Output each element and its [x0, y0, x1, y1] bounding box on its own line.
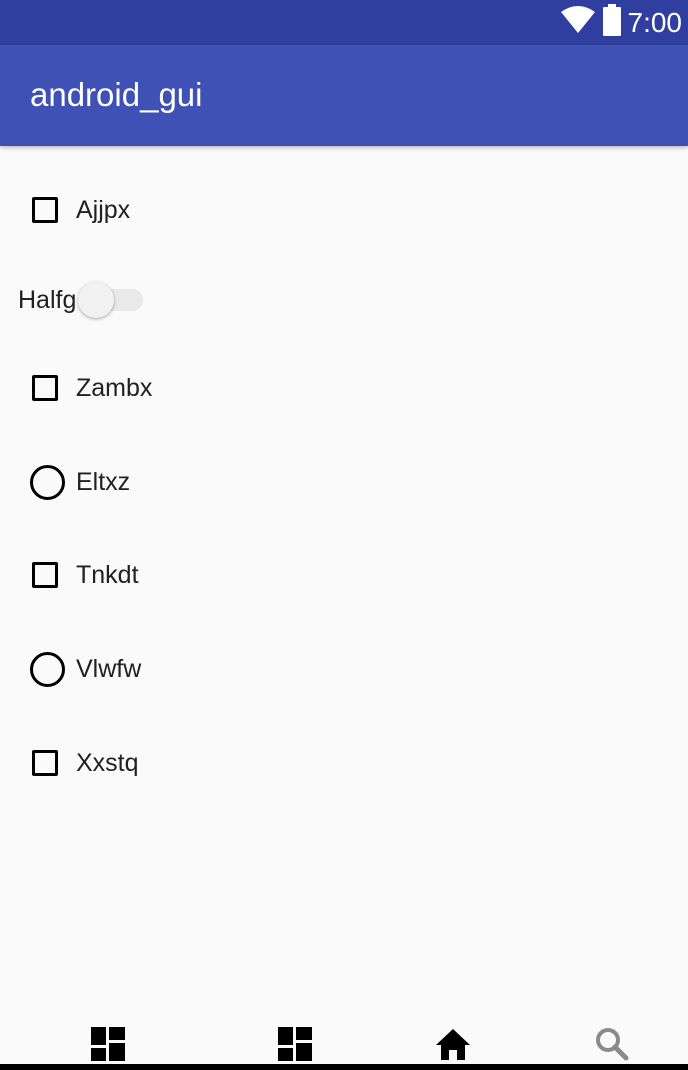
radio-label: Eltxz [76, 468, 131, 496]
status-icons: 7:00 [560, 0, 683, 45]
bottom-edge-bar [0, 1064, 688, 1070]
checkbox[interactable] [32, 750, 58, 776]
radio-label: Vlwfw [76, 655, 142, 683]
checkbox[interactable] [32, 197, 58, 223]
nav-item-dashboard-2[interactable] [265, 1026, 325, 1066]
wifi-icon [560, 6, 596, 39]
checkbox-label: Zambx [76, 374, 153, 402]
checkbox-label: Ajjpx [76, 196, 131, 224]
checkbox-label: Xxstq [76, 749, 139, 777]
checkbox[interactable] [32, 562, 58, 588]
home-icon [435, 1028, 471, 1065]
status-clock: 7:00 [627, 7, 683, 38]
nav-item-search[interactable] [582, 1026, 642, 1066]
nav-item-dashboard-1[interactable] [78, 1026, 138, 1066]
content-area: Ajjpx Halfg Zambx Eltxz Tnkdt Vlwfw Xxst… [0, 146, 688, 1026]
status-bar: 7:00 [0, 0, 688, 45]
app-title: android_gui [30, 76, 203, 113]
checkbox-label: Tnkdt [76, 561, 139, 589]
radio-button[interactable] [30, 651, 65, 687]
switch-label: Halfg [18, 286, 77, 314]
app-bar: android_gui [0, 45, 688, 146]
dashboard-icon [278, 1026, 312, 1066]
search-icon [595, 1027, 629, 1066]
nav-item-home[interactable] [423, 1026, 483, 1066]
radio-button[interactable] [30, 464, 65, 500]
battery-icon [602, 4, 622, 41]
dashboard-icon [91, 1026, 125, 1066]
checkbox[interactable] [32, 375, 58, 401]
switch-thumb[interactable] [78, 282, 114, 318]
